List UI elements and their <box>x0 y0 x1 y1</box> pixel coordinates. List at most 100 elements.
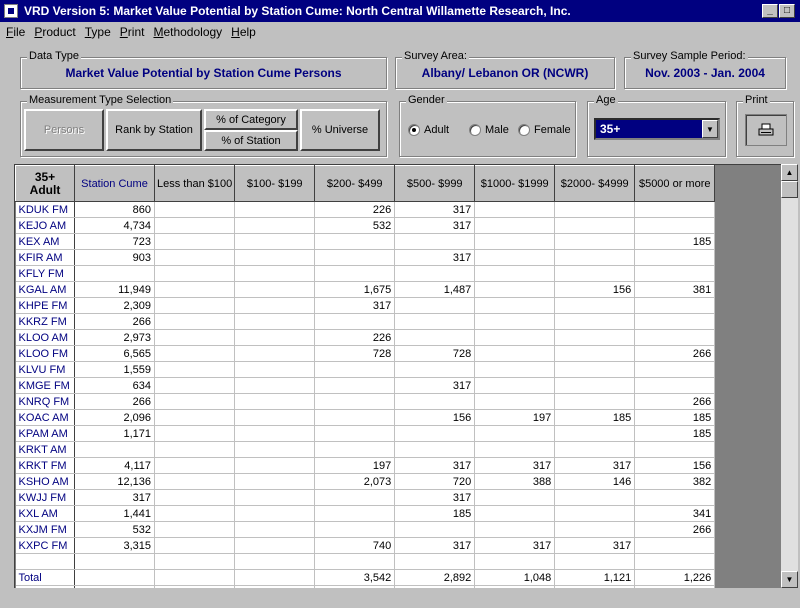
data-cell[interactable]: 317 <box>394 537 476 554</box>
station-cell[interactable]: KRKT AM <box>15 441 75 458</box>
data-cell[interactable]: 1,226 <box>634 569 716 586</box>
minimize-button[interactable]: _ <box>762 4 778 18</box>
data-cell[interactable] <box>634 297 716 314</box>
data-cell[interactable] <box>474 393 556 410</box>
scroll-thumb[interactable] <box>781 181 798 198</box>
data-cell[interactable] <box>234 553 316 570</box>
data-cell[interactable]: 317 <box>74 489 155 506</box>
data-cell[interactable] <box>234 313 316 330</box>
gender-female-option[interactable]: Female <box>518 124 571 136</box>
data-cell[interactable] <box>554 377 636 394</box>
data-cell[interactable]: 740 <box>314 537 396 554</box>
station-cell[interactable]: Population <box>15 585 75 588</box>
data-cell[interactable] <box>314 409 396 426</box>
data-cell[interactable]: 266 <box>634 521 716 538</box>
data-cell[interactable] <box>474 377 556 394</box>
data-cell[interactable] <box>634 217 716 234</box>
table-row[interactable]: KKRZ FM 266 <box>15 313 716 330</box>
data-cell[interactable] <box>154 313 236 330</box>
data-cell[interactable] <box>634 553 716 570</box>
data-cell[interactable]: 6,565 <box>74 345 155 362</box>
data-cell[interactable] <box>634 329 716 346</box>
data-cell[interactable] <box>234 345 316 362</box>
menu-product[interactable]: Product <box>34 25 75 39</box>
table-row[interactable]: KSHO AM 12,136 2,073 720 388 146 382 <box>15 473 716 490</box>
data-cell[interactable]: 266 <box>74 393 155 410</box>
data-cell[interactable] <box>234 457 316 474</box>
column-header[interactable]: $500- $999 <box>394 165 476 202</box>
data-cell[interactable] <box>554 345 636 362</box>
data-cell[interactable] <box>474 585 556 588</box>
data-cell[interactable]: 388 <box>474 473 556 490</box>
column-header[interactable]: $1000- $1999 <box>474 165 556 202</box>
column-header[interactable]: $2000- $4999 <box>554 165 636 202</box>
data-cell[interactable]: 382 <box>634 473 716 490</box>
station-cell[interactable]: Total <box>15 569 75 586</box>
data-cell[interactable]: 185 <box>634 233 716 250</box>
data-cell[interactable] <box>314 553 396 570</box>
station-cell[interactable]: KXJM FM <box>15 521 75 538</box>
data-cell[interactable]: 266 <box>634 393 716 410</box>
data-cell[interactable]: 266 <box>74 313 155 330</box>
data-cell[interactable] <box>634 361 716 378</box>
data-cell[interactable] <box>314 265 396 282</box>
data-cell[interactable] <box>554 249 636 266</box>
data-cell[interactable] <box>554 441 636 458</box>
data-cell[interactable] <box>474 553 556 570</box>
data-cell[interactable] <box>554 217 636 234</box>
age-select[interactable]: 35+ ▼ <box>594 118 720 140</box>
data-cell[interactable]: 728 <box>394 345 476 362</box>
data-cell[interactable] <box>154 425 236 442</box>
station-cell[interactable]: KOAC AM <box>15 409 75 426</box>
data-cell[interactable] <box>154 329 236 346</box>
data-cell[interactable] <box>154 297 236 314</box>
data-cell[interactable]: 1,121 <box>554 569 636 586</box>
table-row[interactable]: KRKT FM 4,117 197 317 317 317 156 <box>15 457 716 474</box>
station-cell[interactable]: KPAM AM <box>15 425 75 442</box>
data-cell[interactable] <box>154 361 236 378</box>
station-cell[interactable]: KFLY FM <box>15 265 75 282</box>
data-cell[interactable]: 3,315 <box>74 537 155 554</box>
station-cell[interactable] <box>15 553 75 570</box>
menu-print[interactable]: Print <box>120 25 145 39</box>
data-cell[interactable] <box>554 265 636 282</box>
data-grid[interactable]: 35+ Adult Station Cume Less than $100 $1… <box>14 164 781 588</box>
data-cell[interactable]: 40,054 <box>74 585 155 588</box>
data-cell[interactable] <box>154 233 236 250</box>
data-cell[interactable] <box>154 457 236 474</box>
data-cell[interactable] <box>554 505 636 522</box>
data-cell[interactable] <box>154 553 236 570</box>
data-cell[interactable] <box>154 201 236 218</box>
table-row[interactable]: KLOO AM 2,973 226 <box>15 329 716 346</box>
data-cell[interactable] <box>634 249 716 266</box>
table-row[interactable] <box>15 553 716 570</box>
data-cell[interactable]: 11,949 <box>74 281 155 298</box>
data-cell[interactable] <box>314 393 396 410</box>
table-row[interactable]: KPAM AM 1,171 185 <box>15 425 716 442</box>
table-row[interactable]: KXJM FM 532 266 <box>15 521 716 538</box>
data-cell[interactable] <box>234 393 316 410</box>
data-cell[interactable] <box>314 233 396 250</box>
data-cell[interactable]: 226 <box>314 201 396 218</box>
station-cell[interactable]: KLOO FM <box>15 345 75 362</box>
data-cell[interactable] <box>394 521 476 538</box>
data-cell[interactable]: 317 <box>554 457 636 474</box>
data-cell[interactable] <box>234 537 316 554</box>
data-cell[interactable] <box>474 345 556 362</box>
table-row[interactable]: KGAL AM 11,949 1,675 1,487 156 381 <box>15 281 716 298</box>
data-cell[interactable] <box>634 441 716 458</box>
data-cell[interactable] <box>314 585 396 588</box>
column-header[interactable]: Less than $100 <box>153 165 236 202</box>
chevron-down-icon[interactable]: ▼ <box>702 120 718 138</box>
column-header[interactable]: $5000 or more <box>634 165 716 202</box>
data-cell[interactable] <box>474 233 556 250</box>
station-cell[interactable]: KWJJ FM <box>15 489 75 506</box>
data-cell[interactable] <box>234 425 316 442</box>
data-cell[interactable] <box>474 441 556 458</box>
print-button[interactable] <box>745 114 787 146</box>
station-cell[interactable]: KXL AM <box>15 505 75 522</box>
data-cell[interactable] <box>394 585 476 588</box>
data-cell[interactable] <box>74 441 155 458</box>
data-cell[interactable] <box>234 521 316 538</box>
data-cell[interactable] <box>634 313 716 330</box>
